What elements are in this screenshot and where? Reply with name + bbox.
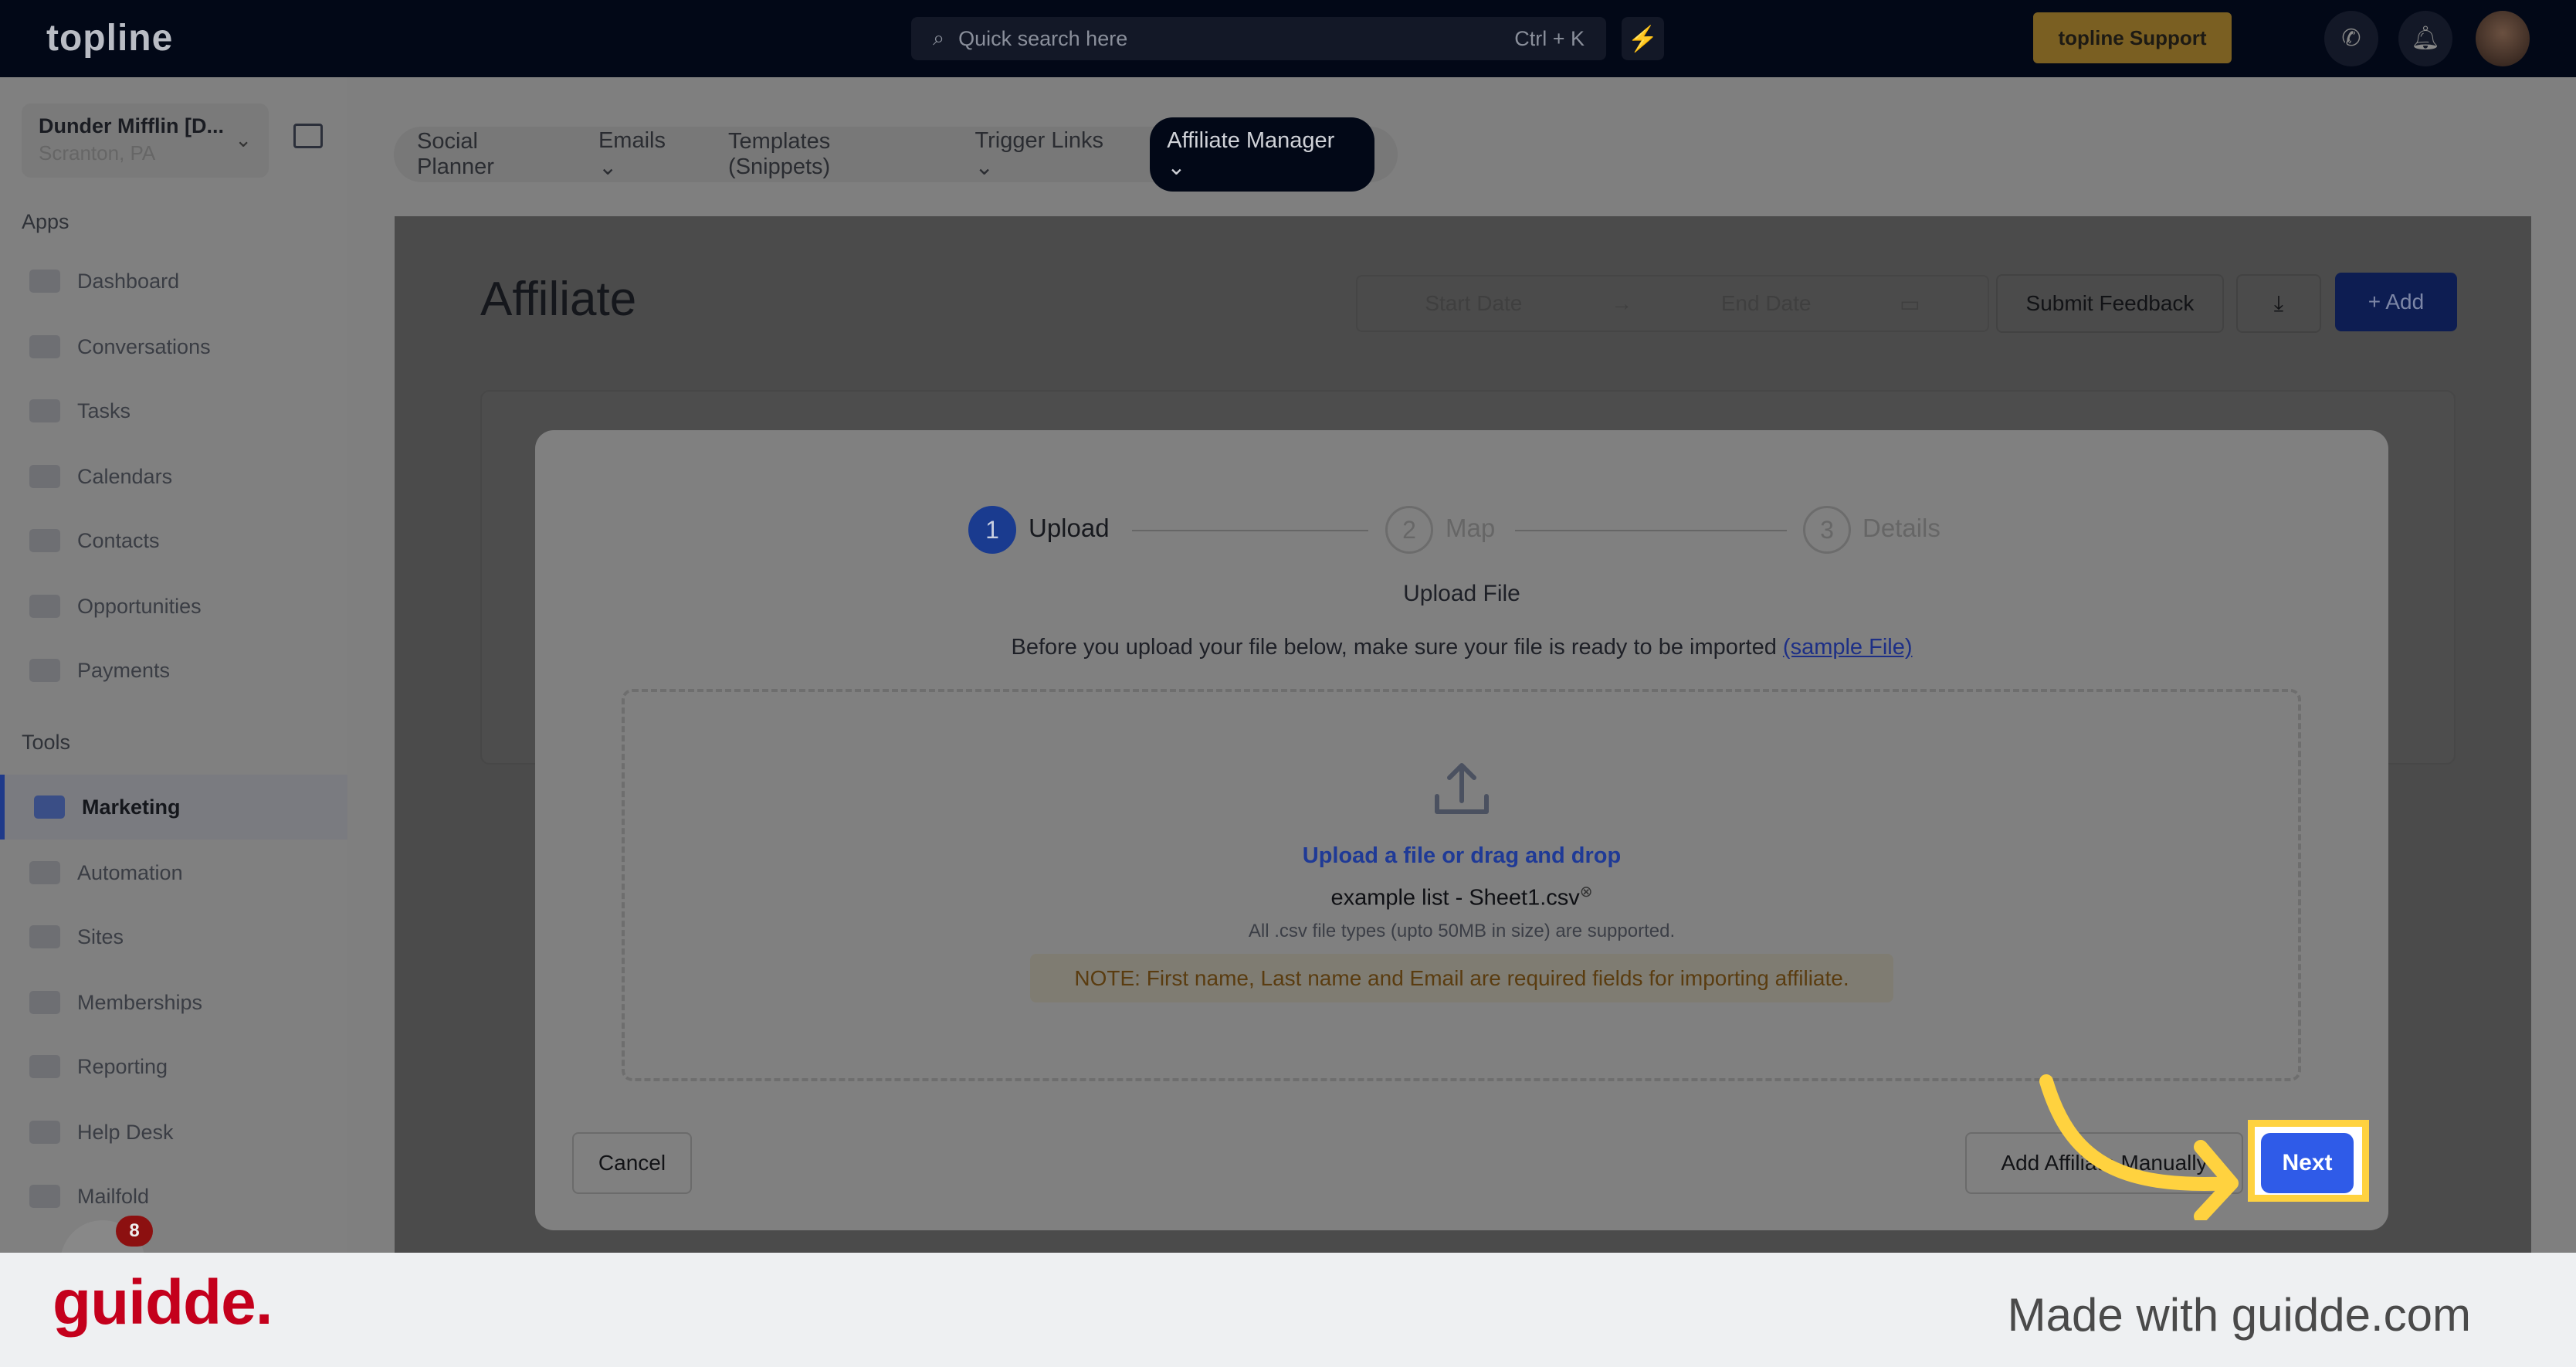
upload-file-heading: Upload File [1403,581,1520,606]
sidebar-item-dashboard[interactable]: Dashboard [0,249,347,314]
tab-templates[interactable]: Templates (Snippets) [728,129,936,180]
chevron-down-icon: ⌄ [235,128,252,151]
sidebar-item-sites[interactable]: Sites [0,904,347,969]
dashboard-icon [29,270,60,293]
megaphone-icon [34,795,65,819]
label: Reporting [77,1054,168,1078]
bell-icon[interactable]: 🔔︎ [2398,11,2452,66]
step-divider [1515,530,1787,531]
required-fields-note: NOTE: First name, Last name and Email ar… [1030,954,1893,1002]
guidde-logo: guidde. [53,1267,273,1338]
start-date[interactable]: Start Date [1425,291,1522,316]
calendar-icon: ▭ [1900,291,1920,316]
account-location: Scranton, PA [39,141,156,165]
upload-file-link[interactable]: Upload a file or drag and drop [535,843,2388,869]
download-icon[interactable]: ⤓ [2236,274,2321,333]
account-switcher[interactable]: Dunder Mifflin [D... Scranton, PA ⌄ [22,103,269,178]
tab-social-planner[interactable]: Social Planner [417,129,560,180]
label: Memberships [77,990,203,1014]
tab-trigger-links[interactable]: Trigger Links ⌄ [975,128,1127,181]
sidebar-item-contacts[interactable]: Contacts [0,508,347,573]
pointer-arrow-icon [2039,1074,2239,1220]
target-icon [29,595,60,618]
selected-file: example list - Sheet1.csv⊗ [535,882,2388,911]
label: Dashboard [77,269,180,293]
step-1-indicator: 1 [968,506,1016,554]
label: Payments [77,658,171,682]
sample-file-link[interactable]: (sample File) [1783,635,1913,660]
sidebar-item-calendars[interactable]: Calendars [0,444,347,509]
calendar-icon [29,465,60,488]
tasks-icon [29,399,60,422]
label: Mailfold [77,1184,150,1208]
sidebar-item-conversations[interactable]: Conversations [0,314,347,379]
sidebar-collapse-icon[interactable] [293,124,323,148]
arrow-right-icon: → [1611,291,1633,315]
file-name: example list - Sheet1.csv [1330,885,1580,911]
label: Tasks [77,399,131,422]
lightning-icon[interactable]: ⚡ [1622,17,1664,60]
marketing-nav: Social Planner Emails ⌄ Templates (Snipp… [394,117,1398,192]
tools-section-label: Tools [22,731,71,754]
sidebar-item-mailfold[interactable]: Mailfold [0,1164,347,1229]
cancel-button[interactable]: Cancel [572,1132,692,1194]
label: Opportunities [77,594,202,618]
submit-feedback-button[interactable]: Submit Feedback [1996,274,2224,333]
credit-card-icon [29,659,60,682]
intro-label: Before you upload your file below, make … [1011,635,1777,660]
intro-text: Before you upload your file below, make … [535,635,2388,660]
label: Marketing [82,795,181,819]
step-3-indicator: 3 [1803,506,1851,554]
sidebar-item-automation[interactable]: Automation [0,840,347,905]
globe-icon [29,925,60,948]
search-icon: ⌕ [933,26,945,49]
remove-file-icon[interactable]: ⊗ [1580,884,1593,901]
pie-chart-icon [29,1055,60,1078]
step-2-label: Map [1446,514,1496,542]
support-button[interactable]: topline Support [2033,12,2232,63]
users-icon [29,991,60,1014]
sidebar-item-opportunities[interactable]: Opportunities [0,574,347,639]
account-name: Dunder Mifflin [D... [39,114,224,137]
made-with-text: Made with guidde.com [2007,1289,2471,1341]
label: Sites [77,924,124,948]
step-1-label: Upload [1029,514,1110,542]
quick-search-input[interactable]: ⌕ Quick search here Ctrl + K [911,17,1606,60]
end-date[interactable]: End Date [1721,291,1812,316]
date-range-picker[interactable]: Start Date → End Date ▭ [1356,275,1989,332]
sidebar-item-memberships[interactable]: Memberships [0,970,347,1035]
sidebar-item-marketing[interactable]: Marketing [0,775,347,840]
step-3-label: Details [1863,514,1940,542]
step-2-indicator: 2 [1385,506,1433,554]
help-icon [29,1121,60,1144]
page-title: Affiliate [480,273,637,326]
next-button[interactable]: Next [2261,1133,2354,1193]
upload-icon [1435,763,1489,814]
sidebar-item-reporting[interactable]: Reporting [0,1034,347,1099]
tab-emails[interactable]: Emails ⌄ [598,128,690,181]
mail-icon [29,1185,60,1208]
person-icon [29,529,60,552]
label: Contacts [77,528,160,552]
search-shortcut: Ctrl + K [1514,26,1585,50]
add-button[interactable]: + Add [2335,273,2457,331]
apps-section-label: Apps [22,210,69,233]
sidebar-item-payments[interactable]: Payments [0,638,347,703]
label: Automation [77,860,183,884]
label: Conversations [77,334,211,358]
avatar[interactable] [2476,11,2530,66]
step-divider [1132,530,1368,531]
chat-icon [29,335,60,358]
supported-types-text: All .csv file types (upto 50MB in size) … [1248,921,1676,941]
notification-badge: 8 [116,1216,153,1247]
tab-affiliate-manager[interactable]: Affiliate Manager ⌄ [1150,117,1374,192]
label: Calendars [77,464,173,488]
sidebar-item-help-desk[interactable]: Help Desk [0,1100,347,1165]
gears-icon [29,861,60,884]
search-placeholder: Quick search here [958,26,1128,50]
phone-icon[interactable]: ✆ [2324,11,2378,66]
sidebar-item-tasks[interactable]: Tasks [0,378,347,443]
label: Help Desk [77,1120,174,1144]
topline-logo[interactable]: topline [46,17,173,59]
